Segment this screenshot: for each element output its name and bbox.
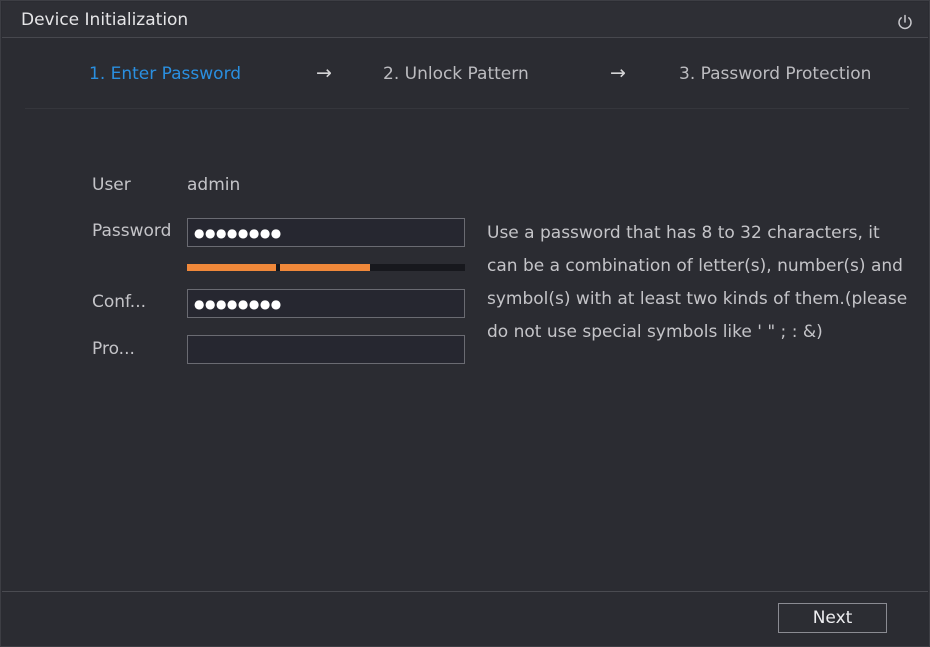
window-title: Device Initialization — [21, 10, 189, 30]
wizard-steps: 1. Enter Password → 2. Unlock Pattern → … — [25, 58, 909, 109]
password-field[interactable]: ●●●●●●●● — [187, 218, 465, 247]
step-unlock-pattern: 2. Unlock Pattern — [383, 64, 529, 84]
step-arrow-icon: → — [316, 62, 332, 84]
strength-segment-2 — [280, 264, 370, 271]
step-password-protection: 3. Password Protection — [679, 64, 872, 84]
prompt-question-label: Pro... — [92, 339, 135, 359]
user-value: admin — [187, 175, 241, 195]
password-strength-meter — [187, 264, 465, 271]
power-icon[interactable] — [895, 12, 915, 32]
password-mask: ●●●●●●●● — [194, 225, 282, 240]
strength-segment-1 — [187, 264, 276, 271]
device-initialization-window: Device Initialization 1. Enter Password … — [0, 0, 930, 647]
user-label: User — [92, 175, 131, 195]
password-label: Password — [92, 221, 172, 241]
confirm-password-label: Conf... — [92, 292, 147, 312]
title-bar: Device Initialization — [2, 2, 928, 38]
confirm-password-field[interactable]: ●●●●●●●● — [187, 289, 465, 318]
footer-divider — [2, 591, 928, 592]
confirm-password-mask: ●●●●●●●● — [194, 296, 282, 311]
prompt-question-field[interactable] — [187, 335, 465, 364]
step-enter-password: 1. Enter Password — [89, 64, 242, 84]
next-button[interactable]: Next — [778, 603, 887, 633]
password-hint: Use a password that has 8 to 32 characte… — [487, 223, 908, 342]
step-arrow-icon: → — [610, 62, 626, 84]
